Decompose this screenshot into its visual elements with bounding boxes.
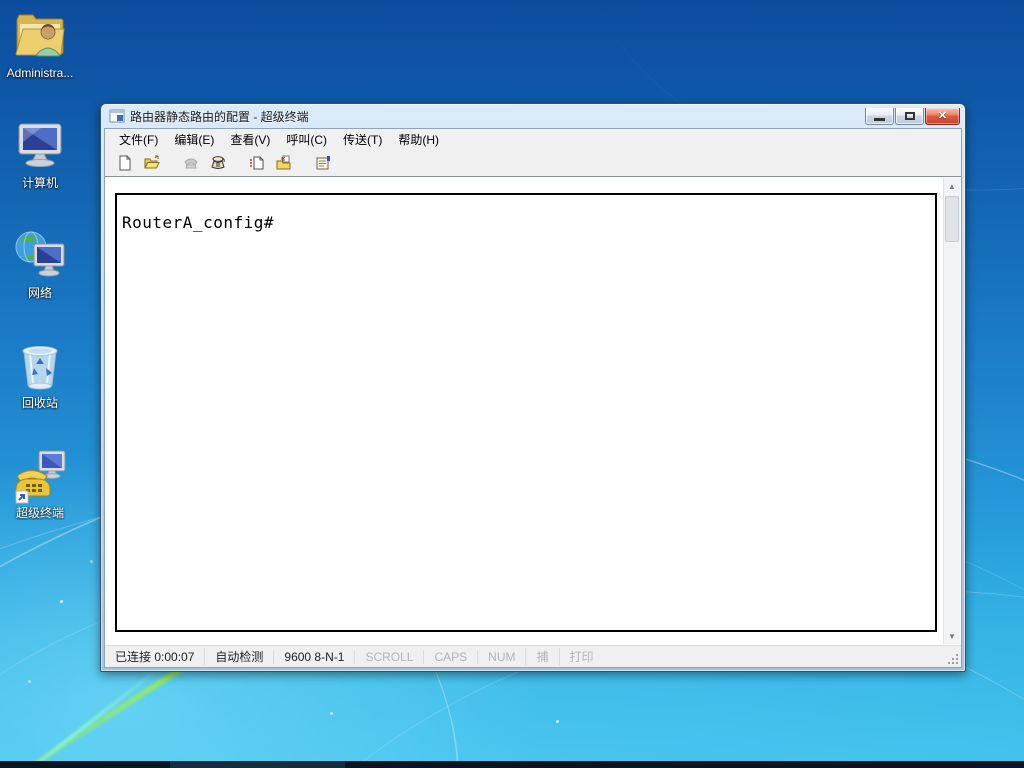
wallpaper-sparkle bbox=[90, 560, 93, 563]
wallpaper-sparkle bbox=[330, 712, 333, 715]
menu-file[interactable]: 文件(F) bbox=[111, 129, 166, 150]
hyperterminal-icon bbox=[3, 448, 77, 504]
status-bar: 已连接 0:00:07 自动检测 9600 8-N-1 SCROLL CAPS … bbox=[105, 645, 961, 667]
menu-view[interactable]: 查看(V) bbox=[222, 129, 278, 150]
scrollbar-thumb[interactable] bbox=[945, 196, 959, 242]
scroll-up-icon[interactable]: ▲ bbox=[944, 178, 960, 194]
status-capture: 捕 bbox=[525, 648, 558, 665]
minimize-button[interactable] bbox=[865, 108, 894, 125]
vertical-scrollbar[interactable]: ▲ ▼ bbox=[943, 178, 960, 644]
wallpaper-green-streak bbox=[0, 656, 174, 768]
scroll-down-icon[interactable]: ▼ bbox=[944, 628, 960, 644]
toolbar bbox=[105, 150, 961, 176]
status-num: NUM bbox=[477, 649, 525, 664]
desktop-icon-label: 超级终端 bbox=[15, 506, 64, 520]
taskbar[interactable] bbox=[0, 761, 1024, 768]
maximize-icon bbox=[904, 112, 915, 120]
wallpaper-sparkle bbox=[28, 680, 31, 683]
desktop: Administra... 计算机 网络 回收站 超级终端 路由器静态路由的配置… bbox=[0, 0, 1024, 768]
network-globe-icon bbox=[3, 228, 77, 284]
window-title: 路由器静态路由的配置 - 超级终端 bbox=[130, 109, 309, 124]
wallpaper-sparkle bbox=[556, 720, 559, 723]
wallpaper-sparkle bbox=[60, 600, 63, 603]
minimize-icon bbox=[874, 117, 885, 121]
call-disabled-icon[interactable] bbox=[179, 152, 202, 174]
maximize-button[interactable] bbox=[895, 108, 924, 125]
user-folder-icon bbox=[3, 8, 77, 64]
status-caps: CAPS bbox=[423, 649, 477, 664]
desktop-icon-label: 回收站 bbox=[21, 396, 58, 410]
desktop-icon-recycle-bin[interactable]: 回收站 bbox=[3, 338, 77, 410]
hyperterminal-window: 路由器静态路由的配置 - 超级终端 ✕ 文件(F) 编辑(E) 查看(V) 呼叫… bbox=[100, 103, 966, 672]
window-title-icon bbox=[109, 109, 125, 123]
recycle-bin-icon bbox=[3, 338, 77, 394]
open-icon[interactable] bbox=[140, 152, 163, 174]
receive-file-icon[interactable] bbox=[272, 152, 295, 174]
desktop-icon-administrator[interactable]: Administra... bbox=[3, 8, 77, 80]
window-controls: ✕ bbox=[865, 107, 960, 125]
window-body: 文件(F) 编辑(E) 查看(V) 呼叫(C) 传送(T) 帮助(H) Rout… bbox=[104, 128, 962, 668]
terminal-prompt: RouterA_config# bbox=[122, 213, 274, 232]
terminal-screen[interactable]: RouterA_config# bbox=[115, 193, 937, 632]
desktop-icon-label: 网络 bbox=[27, 286, 52, 300]
computer-icon bbox=[3, 118, 77, 174]
menu-call[interactable]: 呼叫(C) bbox=[278, 129, 335, 150]
desktop-icon-label: Administra... bbox=[6, 66, 74, 80]
properties-icon[interactable] bbox=[311, 152, 334, 174]
status-scroll: SCROLL bbox=[354, 649, 423, 664]
desktop-icon-network[interactable]: 网络 bbox=[3, 228, 77, 300]
status-emulation: 自动检测 bbox=[204, 648, 273, 665]
call-icon[interactable] bbox=[206, 152, 229, 174]
desktop-icon-hyperterminal[interactable]: 超级终端 bbox=[3, 448, 77, 520]
menu-help[interactable]: 帮助(H) bbox=[390, 129, 447, 150]
resize-grip[interactable] bbox=[948, 654, 958, 664]
close-button[interactable]: ✕ bbox=[925, 108, 960, 125]
terminal-area: RouterA_config# ▲ ▼ bbox=[105, 176, 961, 645]
close-icon: ✕ bbox=[937, 109, 948, 122]
status-connection: 已连接 0:00:07 bbox=[115, 650, 195, 664]
titlebar[interactable]: 路由器静态路由的配置 - 超级终端 ✕ bbox=[101, 104, 965, 128]
status-port-settings: 9600 8-N-1 bbox=[273, 649, 354, 664]
taskbar-button-edge[interactable] bbox=[170, 761, 345, 768]
send-file-icon[interactable] bbox=[245, 152, 268, 174]
menu-edit[interactable]: 编辑(E) bbox=[166, 129, 222, 150]
desktop-icon-computer[interactable]: 计算机 bbox=[3, 118, 77, 190]
menu-transfer[interactable]: 传送(T) bbox=[335, 129, 390, 150]
desktop-icon-label: 计算机 bbox=[21, 176, 58, 190]
menu-bar: 文件(F) 编辑(E) 查看(V) 呼叫(C) 传送(T) 帮助(H) bbox=[105, 129, 961, 150]
new-connection-icon[interactable] bbox=[113, 152, 136, 174]
status-print: 打印 bbox=[558, 648, 604, 665]
